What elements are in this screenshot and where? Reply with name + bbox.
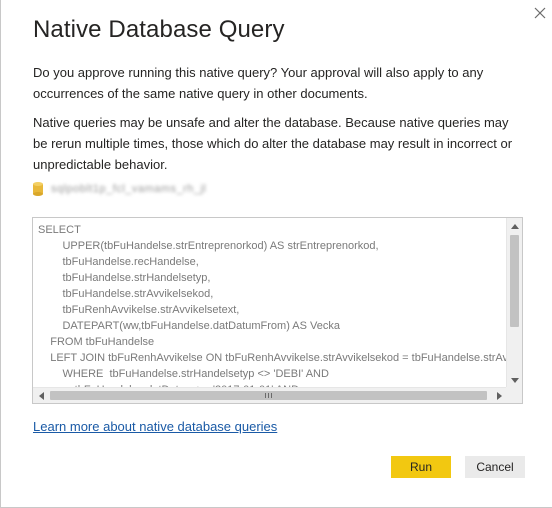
scroll-left-arrow-icon[interactable]	[33, 388, 49, 403]
approval-question-text: Do you approve running this native query…	[33, 65, 484, 101]
horizontal-scroll-thumb[interactable]	[50, 391, 487, 400]
query-line: tbFuRenhAvvikelse.strAvvikelsetext,	[38, 304, 240, 316]
warning-text: Native queries may be unsafe and alter t…	[33, 115, 513, 172]
query-line: DATEPART(ww,tbFuHandelse.datDatumFrom) A…	[38, 320, 340, 332]
scroll-down-arrow-icon[interactable]	[507, 372, 522, 388]
learn-more-link[interactable]: Learn more about native database queries	[33, 419, 277, 434]
close-icon[interactable]	[529, 2, 551, 24]
native-query-dialog: Native Database Query Do you approve run…	[0, 0, 552, 508]
data-source-name: sqlpoblt1p_fcl_vamams_rh_jl	[51, 183, 207, 195]
horizontal-scrollbar[interactable]	[33, 387, 507, 403]
scroll-grip-icon	[265, 393, 272, 398]
scroll-up-arrow-icon[interactable]	[507, 218, 522, 234]
database-icon	[33, 182, 43, 196]
query-line: tbFuHandelse.strHandelsetyp,	[38, 272, 211, 284]
query-line: tbFuHandelse.strAvvikelsekod,	[38, 288, 214, 300]
query-line: LEFT JOIN tbFuRenhAvvikelse ON tbFuRenhA…	[50, 352, 507, 364]
scrollbar-corner	[506, 387, 522, 403]
vertical-scrollbar[interactable]	[506, 218, 522, 388]
query-line: WHERE tbFuHandelse.strHandelsetyp <> 'DE…	[38, 368, 329, 380]
run-button[interactable]: Run	[391, 456, 451, 478]
data-source-row: sqlpoblt1p_fcl_vamams_rh_jl	[33, 180, 206, 198]
dialog-title: Native Database Query	[33, 16, 285, 43]
query-text-content[interactable]: SELECT UPPER(tbFuHandelse.strEntreprenor…	[33, 218, 507, 388]
vertical-scroll-thumb[interactable]	[510, 235, 519, 327]
close-x-glyph	[534, 7, 546, 19]
query-line: UPPER(tbFuHandelse.strEntreprenorkod) AS…	[38, 240, 379, 252]
scroll-right-arrow-icon[interactable]	[491, 388, 507, 403]
query-line: SELECT	[38, 224, 81, 236]
query-line: tbFuHandelse.recHandelse,	[38, 256, 199, 268]
query-line: FROM tbFuHandelse	[38, 336, 155, 348]
cancel-button[interactable]: Cancel	[465, 456, 525, 478]
query-textbox[interactable]: SELECT UPPER(tbFuHandelse.strEntreprenor…	[32, 217, 523, 404]
